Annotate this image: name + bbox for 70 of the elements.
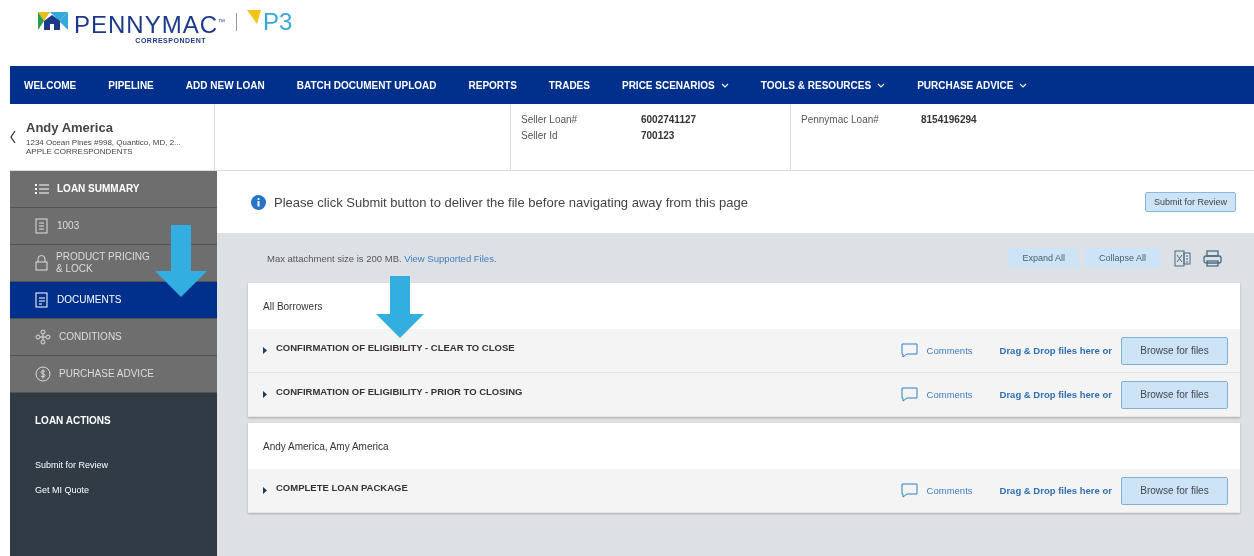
document-name: CONFIRMATION OF ELIGIBILITY - PRIOR TO CLOSING [276, 386, 523, 397]
field-label: Pennymac Loan# [801, 114, 880, 125]
nav-link[interactable]: TRADES [548, 79, 590, 91]
nav-link[interactable]: WELCOME [24, 79, 77, 91]
browse-files-button[interactable]: Browse for files [1121, 336, 1228, 365]
field-label: Seller Id [521, 130, 559, 141]
expand-triangle-icon[interactable] [263, 391, 267, 398]
document-icon [35, 292, 49, 308]
section-title: All Borrowers [263, 299, 323, 314]
nav-link[interactable]: PRICE SCENARIOS [621, 79, 729, 91]
company-name: APPLE CORRESPONDENTS [26, 147, 134, 156]
loan-action-link[interactable]: Submit for Review [35, 460, 192, 470]
comments-link[interactable]: Comments [926, 389, 973, 400]
sidebar-item[interactable]: LOAN SUMMARY [10, 171, 217, 208]
down-arrow-icon [376, 276, 424, 338]
list-icon [35, 183, 49, 195]
comment-icon[interactable] [900, 387, 918, 402]
drop-hint: Drag & Drop files here or [999, 485, 1112, 496]
expand-triangle-icon[interactable] [263, 487, 267, 494]
product-name: P3 [263, 10, 293, 34]
attachment-note: Max attachment size is 200 MB. View Supported Files. [266, 252, 498, 264]
print-icon[interactable] [1203, 249, 1222, 267]
dollar-icon [35, 366, 51, 382]
comments-link[interactable]: Comments [926, 485, 973, 496]
field-value: 700123 [641, 130, 675, 141]
caret-icon [1019, 82, 1028, 88]
document-name: COMPLETE LOAN PACKAGE [276, 482, 408, 493]
nav-link[interactable]: PIPELINE [108, 79, 154, 91]
product-mark-icon [247, 10, 262, 24]
form-icon [35, 218, 49, 234]
nodes-icon [35, 329, 51, 345]
sidebar-item[interactable]: DOCUMENTS [10, 282, 217, 319]
caret-icon [877, 82, 886, 88]
sidebar-item[interactable]: PURCHASE ADVICE [10, 356, 217, 393]
brand-name: PENNYMAC$^{™}$ [74, 10, 227, 37]
nav-link[interactable]: BATCH DOCUMENT UPLOAD [296, 79, 437, 91]
nav-link[interactable]: TOOLS & RESOURCES [760, 79, 886, 91]
field-label: Seller Loan# [521, 114, 579, 125]
field-value: 6002741127 [641, 114, 697, 125]
spreadsheet-icon[interactable] [1174, 249, 1191, 267]
info-icon [251, 194, 266, 210]
down-arrow-icon [155, 225, 207, 297]
comments-link[interactable]: Comments [926, 345, 973, 356]
nav-link[interactable]: ADD NEW LOAN [185, 79, 265, 91]
sidebar-item[interactable]: CONDITIONS [10, 319, 217, 356]
drop-hint: Drag & Drop files here or [999, 345, 1112, 356]
comment-icon[interactable] [900, 343, 918, 358]
collapse-all-button[interactable]: Collapse All [1084, 248, 1160, 268]
expand-triangle-icon[interactable] [263, 347, 267, 354]
comment-icon[interactable] [900, 483, 918, 498]
drop-hint: Drag & Drop files here or [999, 389, 1112, 400]
caret-icon [720, 82, 729, 88]
lock-icon [35, 255, 48, 271]
section-title: Andy America, Amy America [263, 439, 389, 454]
loan-action-link[interactable]: Get MI Quote [35, 485, 192, 495]
field-value: 8154196294 [921, 114, 977, 125]
expand-all-button[interactable]: Expand All [1008, 248, 1079, 268]
browse-files-button[interactable]: Browse for files [1121, 476, 1228, 505]
logo-mark-icon [38, 12, 68, 30]
nav-link[interactable]: REPORTS [468, 79, 517, 91]
browse-files-button[interactable]: Browse for files [1121, 380, 1228, 409]
back-icon[interactable] [10, 130, 16, 144]
loan-actions-title: LOAN ACTIONS [35, 415, 112, 426]
borrower-address: 1234 Ocean Pines #998, Quantico, MD, 2... [26, 138, 181, 147]
document-name: CONFIRMATION OF ELIGIBILITY - CLEAR TO CLOSE [276, 342, 515, 353]
borrower-name: Andy America [26, 120, 114, 135]
notice-text: Please click Submit button to deliver the file before navigating away from this page [274, 194, 750, 210]
nav-link[interactable]: PURCHASE ADVICE [917, 79, 1028, 91]
submit-for-review-button[interactable]: Submit for Review [1144, 192, 1236, 212]
sidebar-item[interactable]: 1003 [10, 208, 217, 245]
